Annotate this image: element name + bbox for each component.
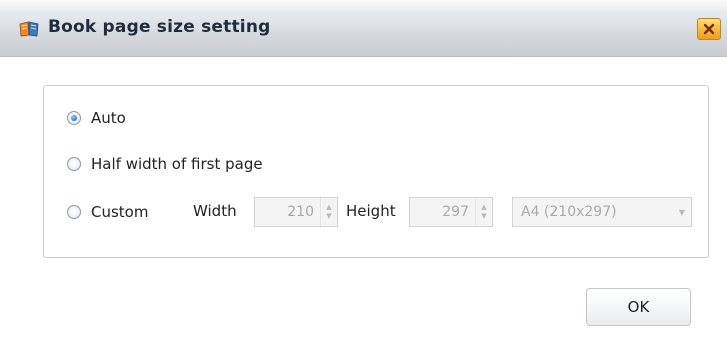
title-bar[interactable]: Book page size setting <box>0 0 727 57</box>
spin-up-icon[interactable]: ▲ <box>481 203 486 212</box>
close-icon <box>703 23 715 35</box>
spin-down-icon[interactable]: ▼ <box>481 212 486 221</box>
auto-label: Auto <box>91 109 126 127</box>
auto-option[interactable]: Auto <box>67 108 126 128</box>
custom-radio[interactable] <box>67 205 81 219</box>
close-button[interactable] <box>697 18 721 40</box>
auto-radio[interactable] <box>67 111 81 125</box>
page-size-dialog: Book page size setting Auto Half width o… <box>0 0 727 341</box>
half-width-label: Half width of first page <box>91 155 263 173</box>
spin-up-icon[interactable]: ▲ <box>326 203 331 212</box>
paper-preset-value: A4 (210x297) <box>521 204 617 220</box>
half-width-radio[interactable] <box>67 157 81 171</box>
dialog-title: Book page size setting <box>48 17 271 37</box>
chevron-down-icon[interactable]: ▼ <box>673 208 691 217</box>
book-app-icon <box>19 21 39 37</box>
paper-preset-select[interactable]: A4 (210x297) ▼ <box>512 197 692 227</box>
width-value: 210 <box>287 204 314 220</box>
height-stepper[interactable]: 297 ▲ ▼ <box>409 197 493 227</box>
spin-down-icon[interactable]: ▼ <box>326 212 331 221</box>
height-label: Height <box>346 202 396 220</box>
ok-button[interactable]: OK <box>586 288 691 326</box>
width-label: Width <box>193 202 237 220</box>
width-stepper[interactable]: 210 ▲ ▼ <box>254 197 338 227</box>
radio-selected-dot <box>71 115 77 121</box>
custom-option[interactable]: Custom <box>67 202 148 222</box>
height-spin-arrows[interactable]: ▲ ▼ <box>475 198 492 226</box>
half-width-option[interactable]: Half width of first page <box>67 154 263 174</box>
custom-label: Custom <box>91 203 149 221</box>
width-spin-arrows[interactable]: ▲ ▼ <box>320 198 337 226</box>
height-value: 297 <box>442 204 469 220</box>
